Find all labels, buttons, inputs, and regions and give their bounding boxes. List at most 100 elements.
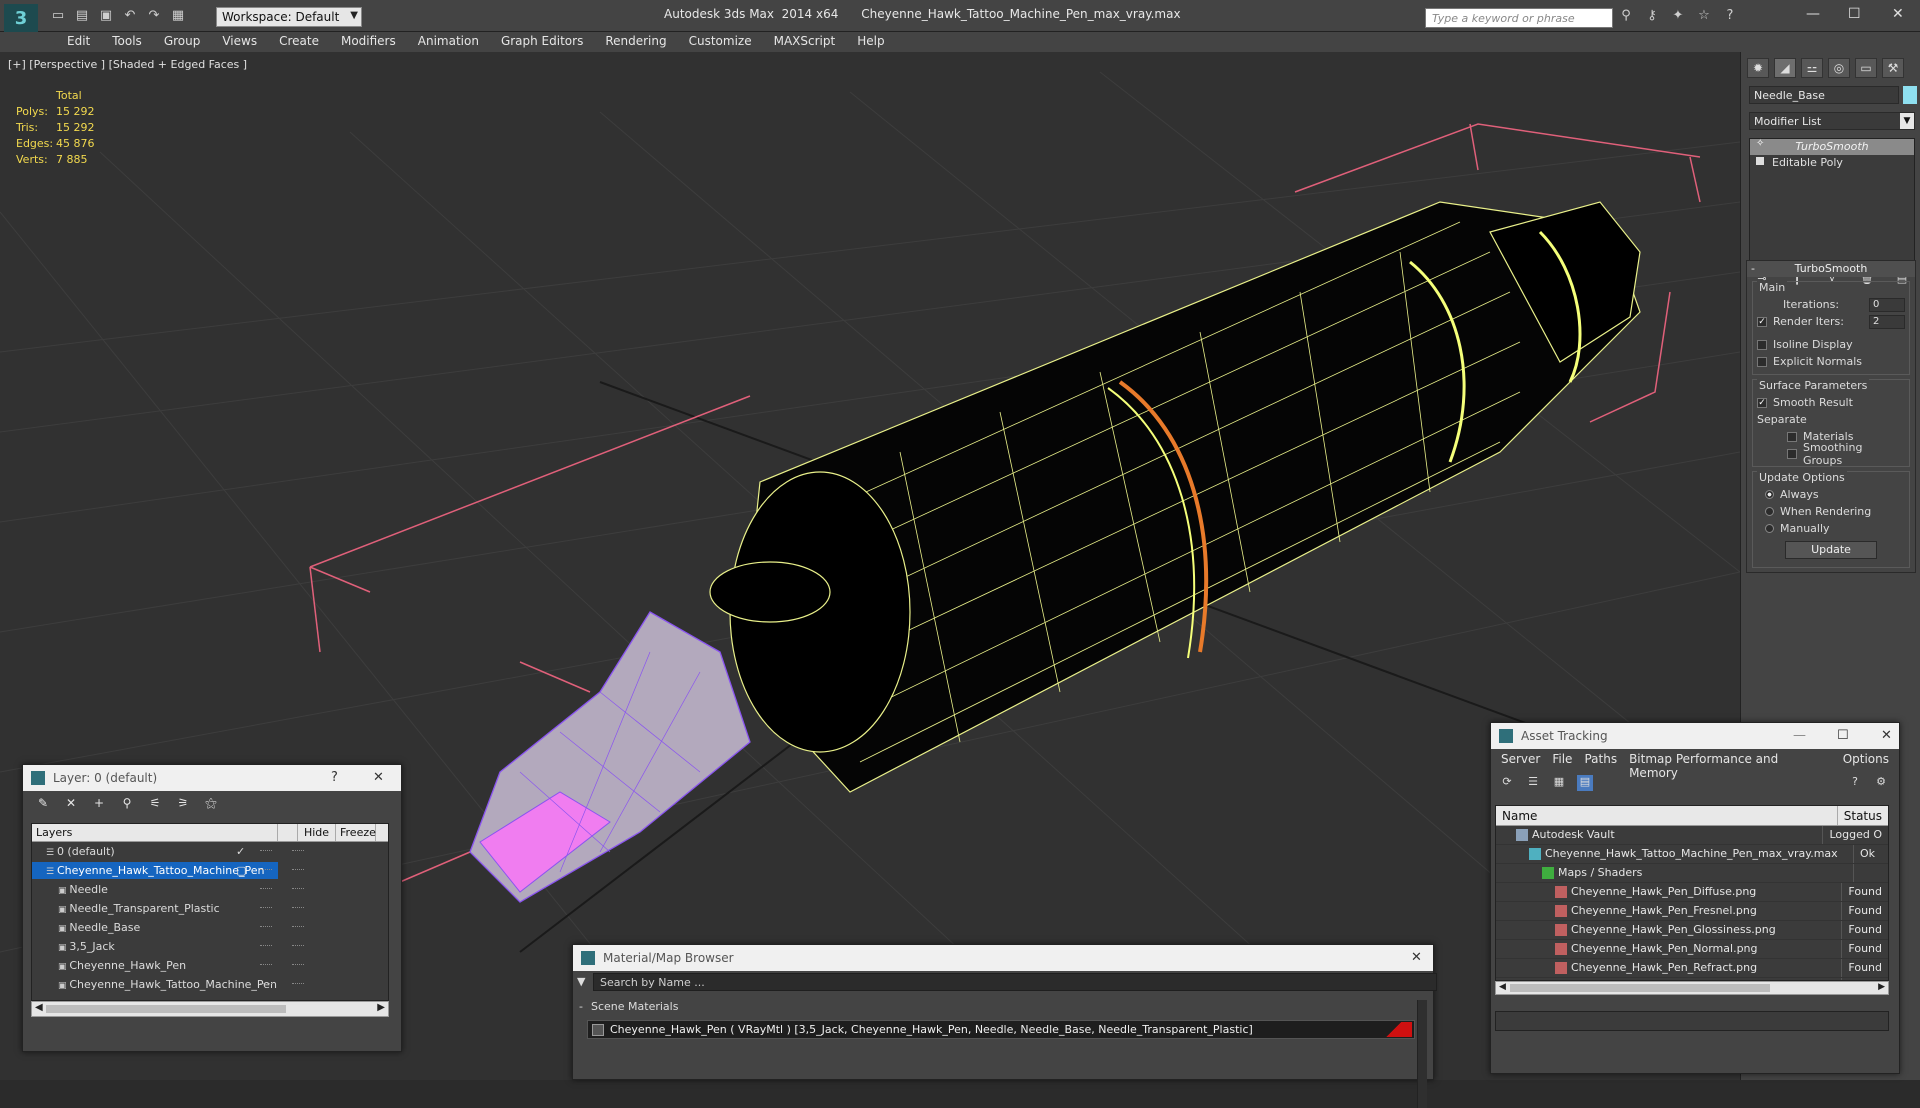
help-icon[interactable]: ? [1722,8,1738,24]
scroll-left-icon[interactable]: ◀ [1499,982,1506,992]
browser-options-icon[interactable]: ▼ [577,975,585,988]
layer-name[interactable]: ▣ Cheyenne_Hawk_Tattoo_Machine_Pen [32,976,278,993]
new-icon[interactable]: ▭ [50,8,66,24]
horizontal-scrollbar[interactable]: ◀ ▶ [1495,981,1889,995]
asset-row[interactable]: Autodesk Vault Logged O [1496,826,1888,845]
lightbulb-icon[interactable]: ✧ [1756,138,1764,149]
column-header-hide[interactable]: Hide [298,824,336,841]
menu-item-create[interactable]: Create [268,32,330,52]
layer-name[interactable]: ▣ Needle_Transparent_Plastic [32,900,278,917]
layer-row[interactable]: ☰ Cheyenne_Hawk_Tattoo_Machine_Pen ▢ [32,861,388,880]
layer-row[interactable]: ▣ Cheyenne_Hawk_Tattoo_Machine_Pen [32,975,388,994]
menu-item-maxscript[interactable]: MAXScript [763,32,847,52]
motion-tab-icon[interactable]: ◎ [1828,58,1850,78]
redo-icon[interactable]: ↷ [146,8,162,24]
render-iters-checkbox[interactable]: ✓ [1757,316,1767,327]
material-list-item[interactable]: Cheyenne_Hawk_Pen ( VRayMtl ) [3,5_Jack,… [587,1020,1415,1039]
asset-row[interactable]: Cheyenne_Hawk_Pen_Fresnel.png Found [1496,902,1888,921]
menu-item-bitmap-performance-and-memory[interactable]: Bitmap Performance and Memory [1623,752,1837,780]
close-button[interactable]: ✕ [1892,6,1904,22]
menu-item-options[interactable]: Options [1837,752,1895,768]
menu-item-customize[interactable]: Customize [678,32,763,52]
hide-toggle[interactable] [260,888,272,889]
list-view-icon[interactable]: ☰ [1525,775,1541,791]
layer-row[interactable]: ▣ Needle_Base [32,918,388,937]
layer-row[interactable]: ▣ Needle [32,880,388,899]
materials-checkbox[interactable] [1787,431,1797,442]
manually-radio[interactable] [1765,524,1774,533]
layer-row[interactable]: ▣ Needle_Transparent_Plastic [32,899,388,918]
rollout-header[interactable]: - TurboSmooth [1747,261,1915,277]
isoline-checkbox[interactable] [1757,339,1767,350]
layer-name[interactable]: ▣ Needle_Base [32,919,278,936]
window-titlebar[interactable]: Asset Tracking — ☐ ✕ [1491,723,1899,749]
hide-toggle[interactable] [260,945,272,946]
table-view-icon[interactable]: ▤ [1577,775,1593,791]
freeze-toggle[interactable] [292,926,304,927]
binoculars-icon[interactable]: ⚲ [1618,8,1634,24]
layer-name[interactable]: ▣ 3,5_Jack [32,938,278,955]
hierarchy-tab-icon[interactable]: ⚍ [1801,58,1823,78]
app-menu-button[interactable]: 3 [4,4,38,32]
hide-toggle[interactable] [260,926,272,927]
select-objects-icon[interactable]: ⚲ [119,795,135,811]
add-to-layer-icon[interactable]: + [91,795,107,811]
viewport-label[interactable]: [+] [Perspective ] [Shaded + Edged Faces… [8,58,247,71]
asset-row[interactable]: Maps / Shaders [1496,864,1888,883]
select-layer-icon[interactable]: ⚟ [147,795,163,811]
set-current-icon[interactable]: ⚞ [175,795,191,811]
menu-item-server[interactable]: Server [1495,752,1546,768]
menu-item-edit[interactable]: Edit [56,32,101,52]
undo-icon[interactable]: ↶ [122,8,138,24]
close-button[interactable]: ✕ [1411,950,1422,965]
window-titlebar[interactable]: Material/Map Browser ✕ [573,945,1433,971]
close-button[interactable]: ✕ [1881,728,1892,743]
column-header-status[interactable]: Status [1838,806,1888,825]
search-input[interactable]: Type a keyword or phrase [1425,8,1613,28]
hide-toggle[interactable] [260,850,272,851]
workspace-dropdown[interactable]: Workspace: Default ▼ [216,7,362,27]
layer-row[interactable]: ▣ 3,5_Jack [32,937,388,956]
layer-row[interactable]: ☰ 0 (default) ✓ [32,842,388,861]
freeze-toggle[interactable] [292,964,304,965]
help-icon[interactable]: ? [1847,775,1863,791]
scroll-right-icon[interactable]: ▶ [1878,982,1885,992]
project-icon[interactable]: ▦ [170,8,186,24]
search-by-name-input[interactable]: Search by Name ... [593,973,1437,991]
scrollbar-thumb[interactable] [46,1005,286,1013]
layer-row[interactable]: ▣ Cheyenne_Hawk_Pen [32,956,388,975]
refresh-icon[interactable]: ⟳ [1499,775,1515,791]
hide-toggle[interactable] [260,869,272,870]
key-icon[interactable]: ⚷ [1644,8,1660,24]
column-header-layers[interactable]: Layers [32,824,278,841]
menu-item-animation[interactable]: Animation [407,32,490,52]
asset-row[interactable]: Cheyenne_Hawk_Pen_Glossiness.png Found [1496,921,1888,940]
asset-row[interactable]: Cheyenne_Hawk_Pen_Refract.png Found [1496,959,1888,978]
column-header-freeze[interactable]: Freeze [336,824,376,841]
stack-item-turbosmooth[interactable]: ✧ TurboSmooth [1750,138,1914,155]
help-button[interactable]: ? [331,770,338,785]
create-tab-icon[interactable]: ✹ [1747,58,1769,78]
layer-name[interactable]: ▣ Cheyenne_Hawk_Pen [32,957,278,974]
freeze-toggle[interactable] [292,945,304,946]
open-icon[interactable]: ▤ [74,8,90,24]
settings-icon[interactable]: ⚙ [1873,775,1889,791]
menu-item-help[interactable]: Help [846,32,895,52]
minimize-button[interactable]: — [1793,728,1806,743]
star-icon[interactable]: ☆ [1696,8,1712,24]
hide-toggle[interactable] [260,907,272,908]
menu-item-views[interactable]: Views [211,32,268,52]
scroll-right-icon[interactable]: ▶ [377,1002,385,1013]
menu-item-rendering[interactable]: Rendering [594,32,677,52]
column-header-name[interactable]: Name [1496,806,1838,825]
menu-item-graph-editors[interactable]: Graph Editors [490,32,594,52]
asset-row[interactable]: Cheyenne_Hawk_Pen_Normal.png Found [1496,940,1888,959]
freeze-toggle[interactable] [292,907,304,908]
delete-layer-icon[interactable]: ✕ [63,795,79,811]
menu-item-paths[interactable]: Paths [1578,752,1623,768]
asset-row[interactable]: Cheyenne_Hawk_Tattoo_Machine_Pen_max_vra… [1496,845,1888,864]
display-tab-icon[interactable]: ▭ [1855,58,1877,78]
menu-item-tools[interactable]: Tools [101,32,153,52]
maximize-button[interactable]: ☐ [1837,728,1849,743]
hide-all-icon[interactable]: ⚝ [203,795,219,811]
